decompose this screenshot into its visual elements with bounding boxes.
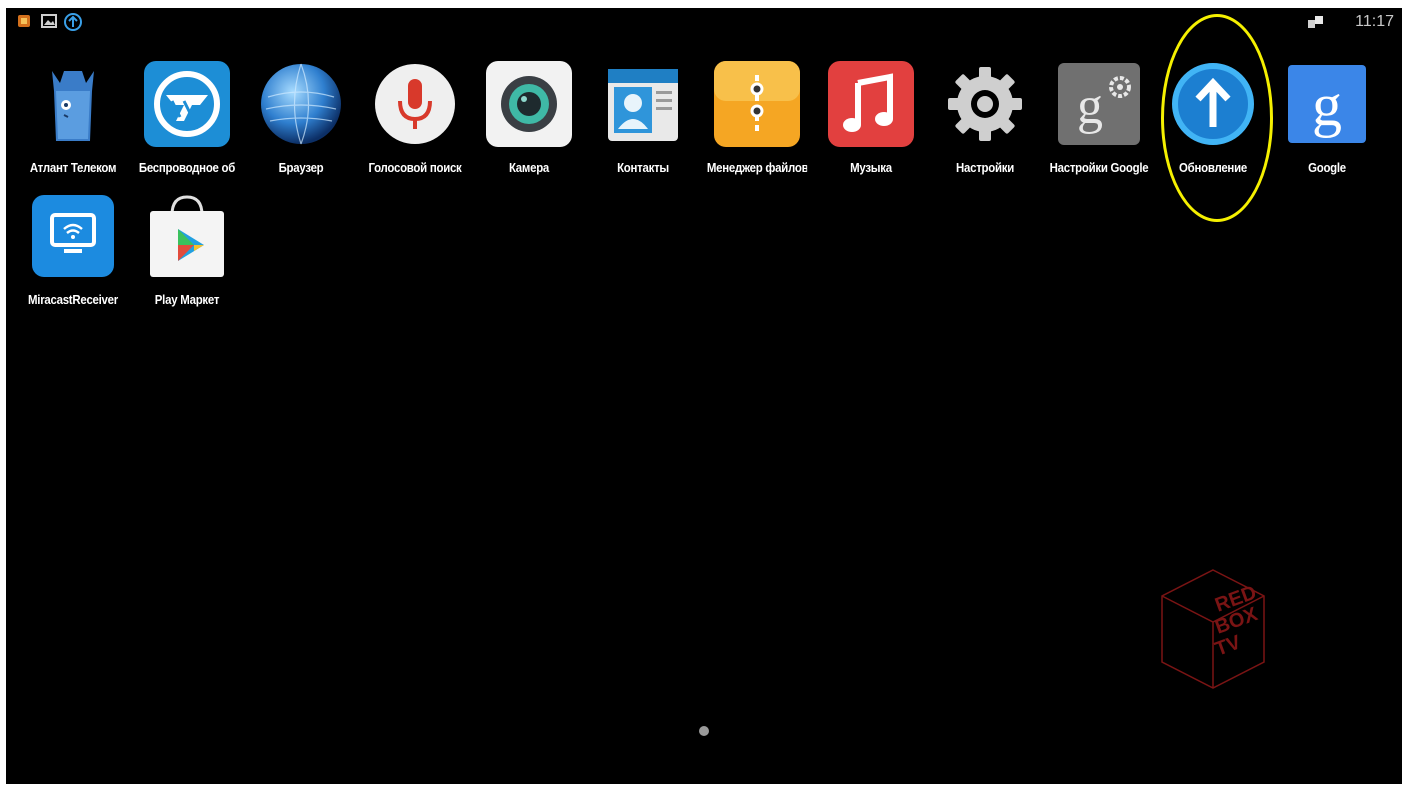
microphone-icon [375, 64, 455, 144]
google-settings-icon: g [1058, 63, 1140, 145]
settings-gear-icon [948, 67, 1022, 141]
app-label: Менеджер файлов [706, 160, 808, 175]
app-miracast[interactable]: MiracastReceiver [16, 193, 130, 313]
status-clock: 11:17 [1355, 13, 1394, 30]
app-label: Play Маркет [154, 292, 220, 307]
image-icon[interactable] [41, 14, 57, 33]
app-file-manager[interactable]: Менеджер файлов [700, 61, 814, 181]
svg-text:g: g [1312, 72, 1342, 138]
page-indicator-dot[interactable] [699, 726, 709, 736]
update-arrow-icon[interactable] [63, 12, 83, 37]
network-icon [1306, 14, 1326, 35]
app-update[interactable]: Обновление [1156, 61, 1270, 181]
redboxtv-watermark: RED BOX TV [1161, 569, 1265, 689]
wireless-icon [144, 61, 230, 147]
app-music[interactable]: Музыка [814, 61, 928, 181]
app-camera[interactable]: Камера [472, 61, 586, 181]
app-notification-icon[interactable] [17, 14, 31, 33]
app-label: Настройки [956, 160, 1014, 175]
app-voice-search[interactable]: Голосовой поиск [358, 61, 472, 181]
update-arrow-icon [1172, 63, 1254, 145]
play-store-icon [150, 195, 224, 277]
app-label: Обновление [1179, 160, 1247, 175]
app-settings[interactable]: Настройки [928, 61, 1042, 181]
app-label: Камера [508, 160, 550, 175]
google-icon: g [1288, 65, 1366, 143]
app-label: Атлант Телеком [29, 160, 117, 175]
app-google[interactable]: g Google [1270, 61, 1384, 181]
file-manager-icon [714, 61, 800, 147]
app-label: Браузер [278, 160, 324, 175]
miracast-icon [32, 195, 114, 277]
app-label: Настройки Google [1049, 160, 1149, 175]
app-contacts[interactable]: Контакты [586, 61, 700, 181]
home-screen: 11:17 Атлант Телеком Беспроводное об Бра… [6, 8, 1402, 784]
app-browser[interactable]: Браузер [244, 61, 358, 181]
app-label: Контакты [617, 160, 669, 175]
app-label: Беспроводное об [138, 160, 236, 175]
atlant-telecom-icon [52, 71, 94, 141]
watermark-line-tv: TV [1212, 631, 1244, 661]
music-icon [828, 61, 914, 147]
app-wireless[interactable]: Беспроводное об [130, 61, 244, 181]
app-label: Музыка [850, 160, 892, 175]
app-atlant-telecom[interactable]: Атлант Телеком [16, 61, 130, 181]
svg-text:g: g [1077, 78, 1103, 135]
status-bar: 11:17 [6, 8, 1402, 36]
contacts-icon [608, 69, 678, 141]
globe-icon [261, 63, 341, 145]
app-play-market[interactable]: Play Маркет [130, 193, 244, 313]
app-google-settings[interactable]: g Настройки Google [1042, 61, 1156, 181]
app-label: Голосовой поиск [368, 160, 462, 175]
app-label: MiracastReceiver [28, 292, 118, 307]
camera-icon [486, 61, 572, 147]
app-label: Google [1308, 160, 1346, 175]
